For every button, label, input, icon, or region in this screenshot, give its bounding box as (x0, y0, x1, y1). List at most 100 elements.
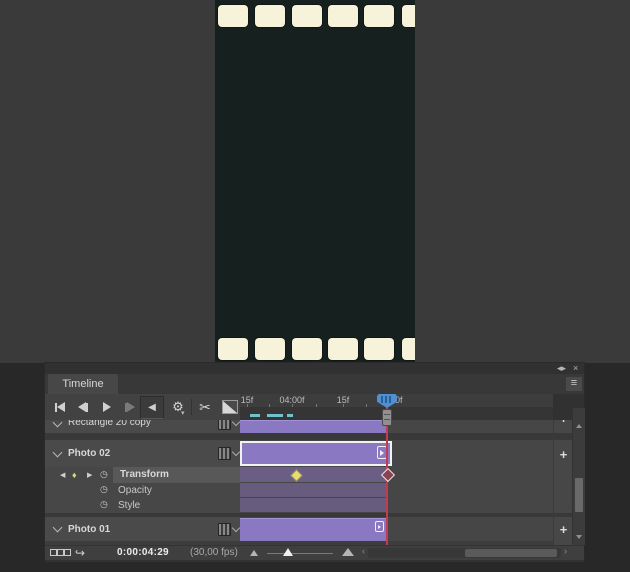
zoom-out-icon[interactable] (250, 550, 258, 556)
timeline-settings-button[interactable]: ⚙ (168, 397, 188, 417)
previous-keyframe-icon[interactable]: ◀ (60, 471, 65, 479)
sprocket-hole (364, 338, 394, 360)
clip-photo-02-selected[interactable] (240, 441, 392, 466)
sprocket-hole (402, 338, 415, 360)
chevron-down-icon[interactable] (53, 420, 63, 427)
keyframe-diamond-icon[interactable]: ♦ (72, 470, 77, 480)
scissors-icon: ✂ (199, 399, 211, 416)
vertical-scroll-thumb[interactable] (575, 478, 583, 512)
transport-controls: ◀ ⚙ ▾ ✂ (45, 394, 240, 421)
video-track-icon[interactable] (218, 523, 231, 536)
chevron-down-icon[interactable] (232, 448, 240, 456)
property-header-style[interactable]: ◷ Style (45, 498, 240, 514)
work-area-bar[interactable] (240, 407, 553, 421)
playhead-grip-icon (381, 396, 393, 403)
property-name: Opacity (118, 485, 152, 496)
opacity-keyframe-track[interactable] (240, 483, 388, 497)
clip-end-bracket-icon[interactable] (375, 521, 384, 532)
scroll-left-icon[interactable]: ‹ (362, 546, 365, 556)
property-name: Transform (120, 469, 169, 480)
zoom-in-icon[interactable] (342, 548, 354, 556)
current-timecode: 0:00:04:29 (117, 547, 169, 558)
add-media-button[interactable]: + (554, 447, 573, 462)
stopwatch-icon[interactable]: ◷ (100, 484, 108, 495)
toolbar-divider (191, 399, 192, 415)
style-keyframe-track[interactable] (240, 498, 388, 512)
zoom-slider-thumb[interactable] (283, 548, 293, 556)
scroll-up-icon[interactable] (576, 424, 582, 428)
panel-bottom-edge (45, 560, 584, 562)
filmstrip-canvas (215, 0, 415, 363)
video-track-icon[interactable] (218, 447, 231, 460)
vertical-scrollbar[interactable] (572, 408, 585, 545)
collapse-panel-icon[interactable]: ◂▸ (557, 363, 566, 374)
clip-rectangle-20-copy[interactable] (240, 420, 388, 434)
sprocket-hole (292, 5, 322, 27)
transition-button[interactable] (220, 397, 240, 417)
sprocket-hole (402, 5, 415, 27)
track-gap (45, 433, 553, 440)
add-media-button[interactable]: + (554, 522, 573, 537)
sprocket-hole (364, 5, 394, 27)
render-video-icon[interactable]: ↪ (75, 546, 85, 560)
tab-timeline[interactable]: Timeline (48, 374, 118, 394)
sprocket-hole (292, 338, 322, 360)
clipped-cyan-mark (250, 414, 260, 417)
property-header-transform[interactable]: ◀ ♦ ▶ ◷ Transform (45, 467, 240, 484)
sprocket-hole (328, 5, 358, 27)
frame-animation-icon[interactable] (64, 549, 71, 556)
stopwatch-icon[interactable]: ◷ (100, 499, 108, 510)
panel-titlebar: ◂▸ × (45, 363, 584, 374)
track-header-rectangle-20-copy[interactable]: Rectangle 20 copy (45, 420, 240, 434)
previous-frame-icon (78, 402, 86, 412)
property-header-opacity[interactable]: ◷ Opacity (45, 483, 240, 499)
frame-animation-icon[interactable] (50, 549, 57, 556)
sprocket-hole (255, 338, 285, 360)
split-at-playhead-button[interactable]: ✂ (195, 397, 215, 417)
panel-menu-button[interactable]: ≡ (566, 377, 582, 391)
first-frame-button[interactable] (50, 397, 70, 417)
timeline-panel: ◂▸ × Timeline ≡ ◀ ⚙ ▾ ✂ 15f 04:00f 15f (45, 363, 584, 562)
panel-tabstrip: Timeline ≡ (45, 374, 584, 395)
horizontal-scroll-thumb[interactable] (465, 549, 557, 557)
add-media-button-clipped[interactable]: + (554, 420, 573, 434)
hamburger-icon: ≡ (571, 377, 577, 389)
track-name: Photo 02 (68, 448, 110, 459)
close-panel-icon[interactable]: × (573, 363, 578, 373)
horizontal-scrollbar[interactable] (368, 548, 561, 558)
transform-keyframe-track[interactable] (240, 467, 388, 482)
next-frame-button[interactable] (120, 397, 140, 417)
sprocket-hole (255, 5, 285, 27)
frame-rate: (30,00 fps) (190, 547, 238, 558)
sprocket-hole (218, 338, 248, 360)
chevron-down-icon[interactable] (53, 523, 63, 533)
chevron-down-icon[interactable] (232, 420, 240, 426)
gear-caret-icon: ▾ (181, 409, 185, 417)
scroll-down-icon[interactable] (576, 535, 582, 539)
clipped-cyan-mark (287, 414, 293, 417)
scroll-right-icon[interactable]: › (564, 546, 567, 556)
previous-frame-button[interactable] (73, 397, 93, 417)
work-area-handle[interactable] (382, 409, 392, 426)
clipped-cyan-mark (267, 414, 283, 417)
play-icon (103, 402, 111, 412)
track-header-photo-02[interactable]: Photo 02 (45, 440, 240, 468)
track-header-photo-01[interactable]: Photo 01 (45, 517, 240, 542)
stopwatch-icon[interactable]: ◷ (100, 469, 108, 480)
frame-animation-icon[interactable] (57, 549, 64, 556)
track-name: Rectangle 20 copy (68, 420, 151, 428)
property-name: Style (118, 500, 140, 511)
chevron-down-icon[interactable] (53, 448, 63, 458)
transition-icon (222, 400, 238, 414)
timeline-footer: ↪ 0:00:04:29 (30,00 fps) ‹ › (45, 545, 584, 560)
next-keyframe-icon[interactable]: ▶ (87, 471, 92, 479)
chevron-down-icon[interactable] (232, 524, 240, 532)
clip-photo-01[interactable] (240, 518, 388, 542)
sprocket-hole (218, 5, 248, 27)
video-track-icon[interactable] (218, 420, 231, 430)
mute-audio-button[interactable]: ◀ (140, 396, 164, 419)
add-media-column: + + + (553, 420, 573, 545)
sprocket-hole (328, 338, 358, 360)
zoom-slider-track[interactable] (267, 553, 333, 554)
play-button[interactable] (97, 397, 117, 417)
